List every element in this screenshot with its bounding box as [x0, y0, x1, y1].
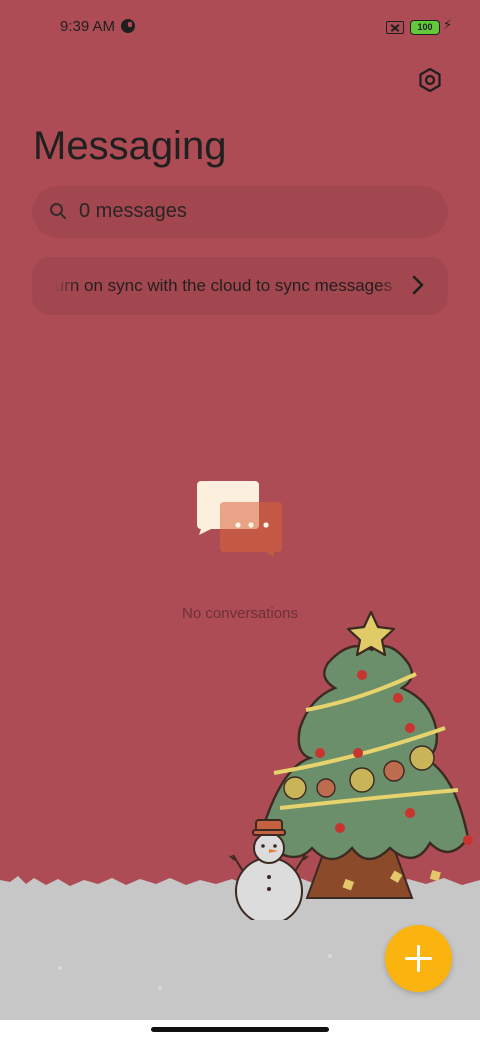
battery-icon: 100 — [410, 20, 440, 35]
plus-icon — [405, 945, 432, 972]
chevron-right-icon — [412, 275, 424, 295]
sync-text-fade-left — [55, 257, 77, 315]
no-sim-icon — [386, 21, 404, 34]
search-bar[interactable]: 0 messages — [32, 186, 448, 238]
page-title: Messaging — [33, 124, 227, 168]
sync-text-fade-right — [380, 257, 402, 315]
settings-button[interactable] — [416, 66, 444, 94]
charging-bolt-icon: ⚡ — [443, 17, 453, 32]
data-saver-icon — [121, 19, 135, 33]
search-icon — [50, 203, 66, 219]
cloud-sync-banner[interactable]: Turn on sync with the cloud to sync mess… — [32, 257, 448, 315]
home-indicator[interactable] — [151, 1027, 329, 1032]
search-input[interactable]: 0 messages — [79, 200, 187, 223]
chat-bubbles-icon — [197, 481, 282, 557]
snowman-decoration — [229, 819, 309, 920]
new-message-button[interactable] — [385, 925, 452, 992]
status-time: 9:39 AM — [60, 18, 116, 35]
sync-banner-text: Turn on sync with the cloud to sync mess… — [55, 276, 393, 295]
messaging-screen: 9:39 AM 100 ⚡ Messaging 0 messages Turn … — [0, 0, 480, 1020]
settings-hexagon-icon — [419, 67, 441, 93]
